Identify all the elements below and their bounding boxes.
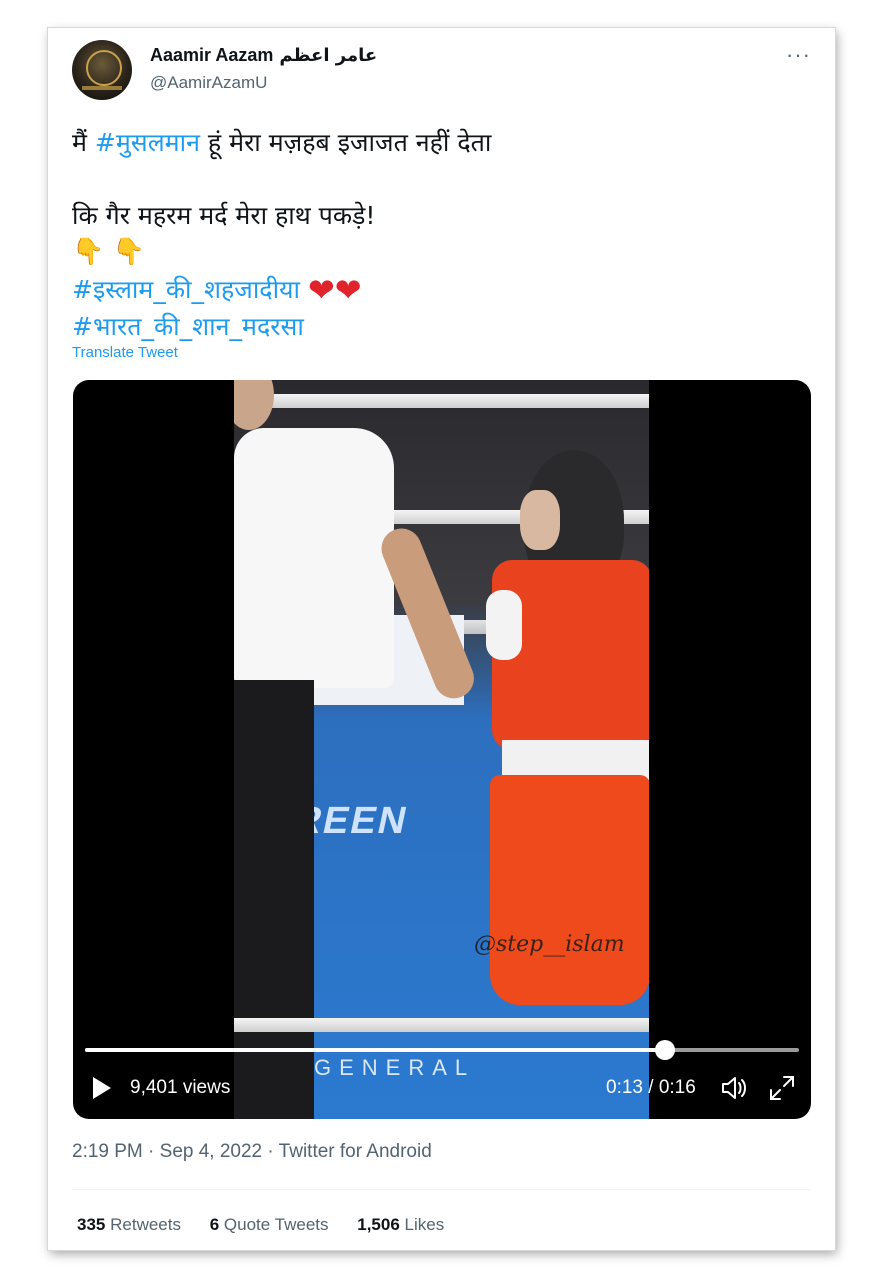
tweet-card: Aaamir Aazam عامر اعظم @AamirAzamU ··· मै… bbox=[48, 28, 835, 1250]
avatar-text-strip bbox=[82, 86, 122, 90]
tweet-timestamp[interactable]: 2:19 PM · Sep 4, 2022 · Twitter for Andr… bbox=[72, 1141, 432, 1163]
video-frame[interactable]: BA REEN GENERAL @step__islam bbox=[234, 380, 649, 1119]
view-count: 9,401 views bbox=[130, 1077, 231, 1098]
video-progress-fill bbox=[85, 1048, 666, 1052]
tweet-line-2: कि गैर महरम मर्द मेरा हाथ पकड़े! bbox=[72, 201, 376, 230]
tweet-line-1-pre: मैं bbox=[72, 128, 95, 157]
referee-trousers bbox=[234, 680, 314, 1119]
video-watermark: @step__islam bbox=[474, 932, 625, 957]
display-name-arabic[interactable]: عامر اعظم bbox=[279, 45, 377, 66]
tweet-text: मैं #मुसलमान हूं मेरा मज़हब इजाजत नहीं द… bbox=[72, 124, 812, 345]
play-icon[interactable] bbox=[93, 1077, 111, 1099]
referee-head bbox=[234, 380, 274, 430]
retweets-label: Retweets bbox=[110, 1215, 181, 1234]
tweet-line-hashtag-2: #इस्लाम_की_शहजादीया ❤❤ bbox=[72, 271, 812, 309]
quote-tweets-count: 6 bbox=[209, 1215, 220, 1234]
display-name[interactable]: Aaamir Aazam عامر اعظم bbox=[150, 45, 377, 66]
boxer-face bbox=[520, 490, 560, 550]
retweets-stat[interactable]: 335 Retweets bbox=[77, 1215, 181, 1234]
avatar-emblem bbox=[86, 50, 122, 86]
boxer-skirt bbox=[490, 775, 649, 1005]
tweet-line-1: मैं #मुसलमान हूं मेरा मज़हब इजाजत नहीं द… bbox=[72, 124, 812, 161]
likes-count: 1,506 bbox=[357, 1215, 400, 1234]
video-progress-bar[interactable] bbox=[85, 1040, 799, 1060]
translate-tweet-link[interactable]: Translate Tweet bbox=[72, 344, 178, 361]
hashtag-bharat-ki-shaan-madrasa[interactable]: #भारत_की_शान_मदरसा bbox=[72, 312, 304, 341]
retweets-count: 335 bbox=[77, 1215, 106, 1234]
video-time: 0:13 / 0:16 bbox=[606, 1077, 696, 1098]
hashtag-islam-ki-shahzadiya[interactable]: #इस्लाम_की_शहजादीया bbox=[72, 275, 300, 304]
tweet-line-hashtag-3: #भारत_की_शान_मदरसा bbox=[72, 308, 812, 345]
divider bbox=[72, 1189, 810, 1190]
pointing-down-emoji-icon: 👇 👇 bbox=[72, 237, 146, 267]
ring-rope-front bbox=[234, 1018, 649, 1032]
video-player[interactable]: BA REEN GENERAL @step__islam 9,401 views… bbox=[73, 380, 811, 1119]
likes-stat[interactable]: 1,506 Likes bbox=[357, 1215, 444, 1234]
ring-rope-top bbox=[234, 394, 649, 408]
tweet-line-1-post: हूं मेरा मज़हब इजाजत नहीं देता bbox=[199, 128, 492, 157]
quote-tweets-label: Quote Tweets bbox=[223, 1215, 329, 1234]
video-scrubber-knob[interactable] bbox=[655, 1040, 676, 1060]
avatar[interactable] bbox=[72, 40, 132, 100]
hashtag-musalman[interactable]: #मुसलमान bbox=[95, 128, 200, 157]
boxer-wrapped-hand bbox=[486, 590, 522, 660]
display-name-latin[interactable]: Aaamir Aazam bbox=[150, 45, 273, 65]
boxer-belt bbox=[502, 740, 649, 780]
engagement-stats: 335 Retweets 6 Quote Tweets 1,506 Likes bbox=[77, 1215, 468, 1235]
expand-icon[interactable] bbox=[767, 1074, 797, 1102]
volume-icon[interactable] bbox=[720, 1074, 750, 1102]
user-handle[interactable]: @AamirAzamU bbox=[150, 73, 267, 93]
more-dots-icon[interactable]: ··· bbox=[786, 42, 811, 68]
heart-emoji-icon: ❤❤ bbox=[307, 271, 362, 309]
likes-label: Likes bbox=[404, 1215, 445, 1234]
referee-shirt bbox=[234, 428, 394, 688]
quote-tweets-stat[interactable]: 6 Quote Tweets bbox=[210, 1215, 329, 1234]
ring-apron-text: GENERAL bbox=[314, 1055, 476, 1080]
